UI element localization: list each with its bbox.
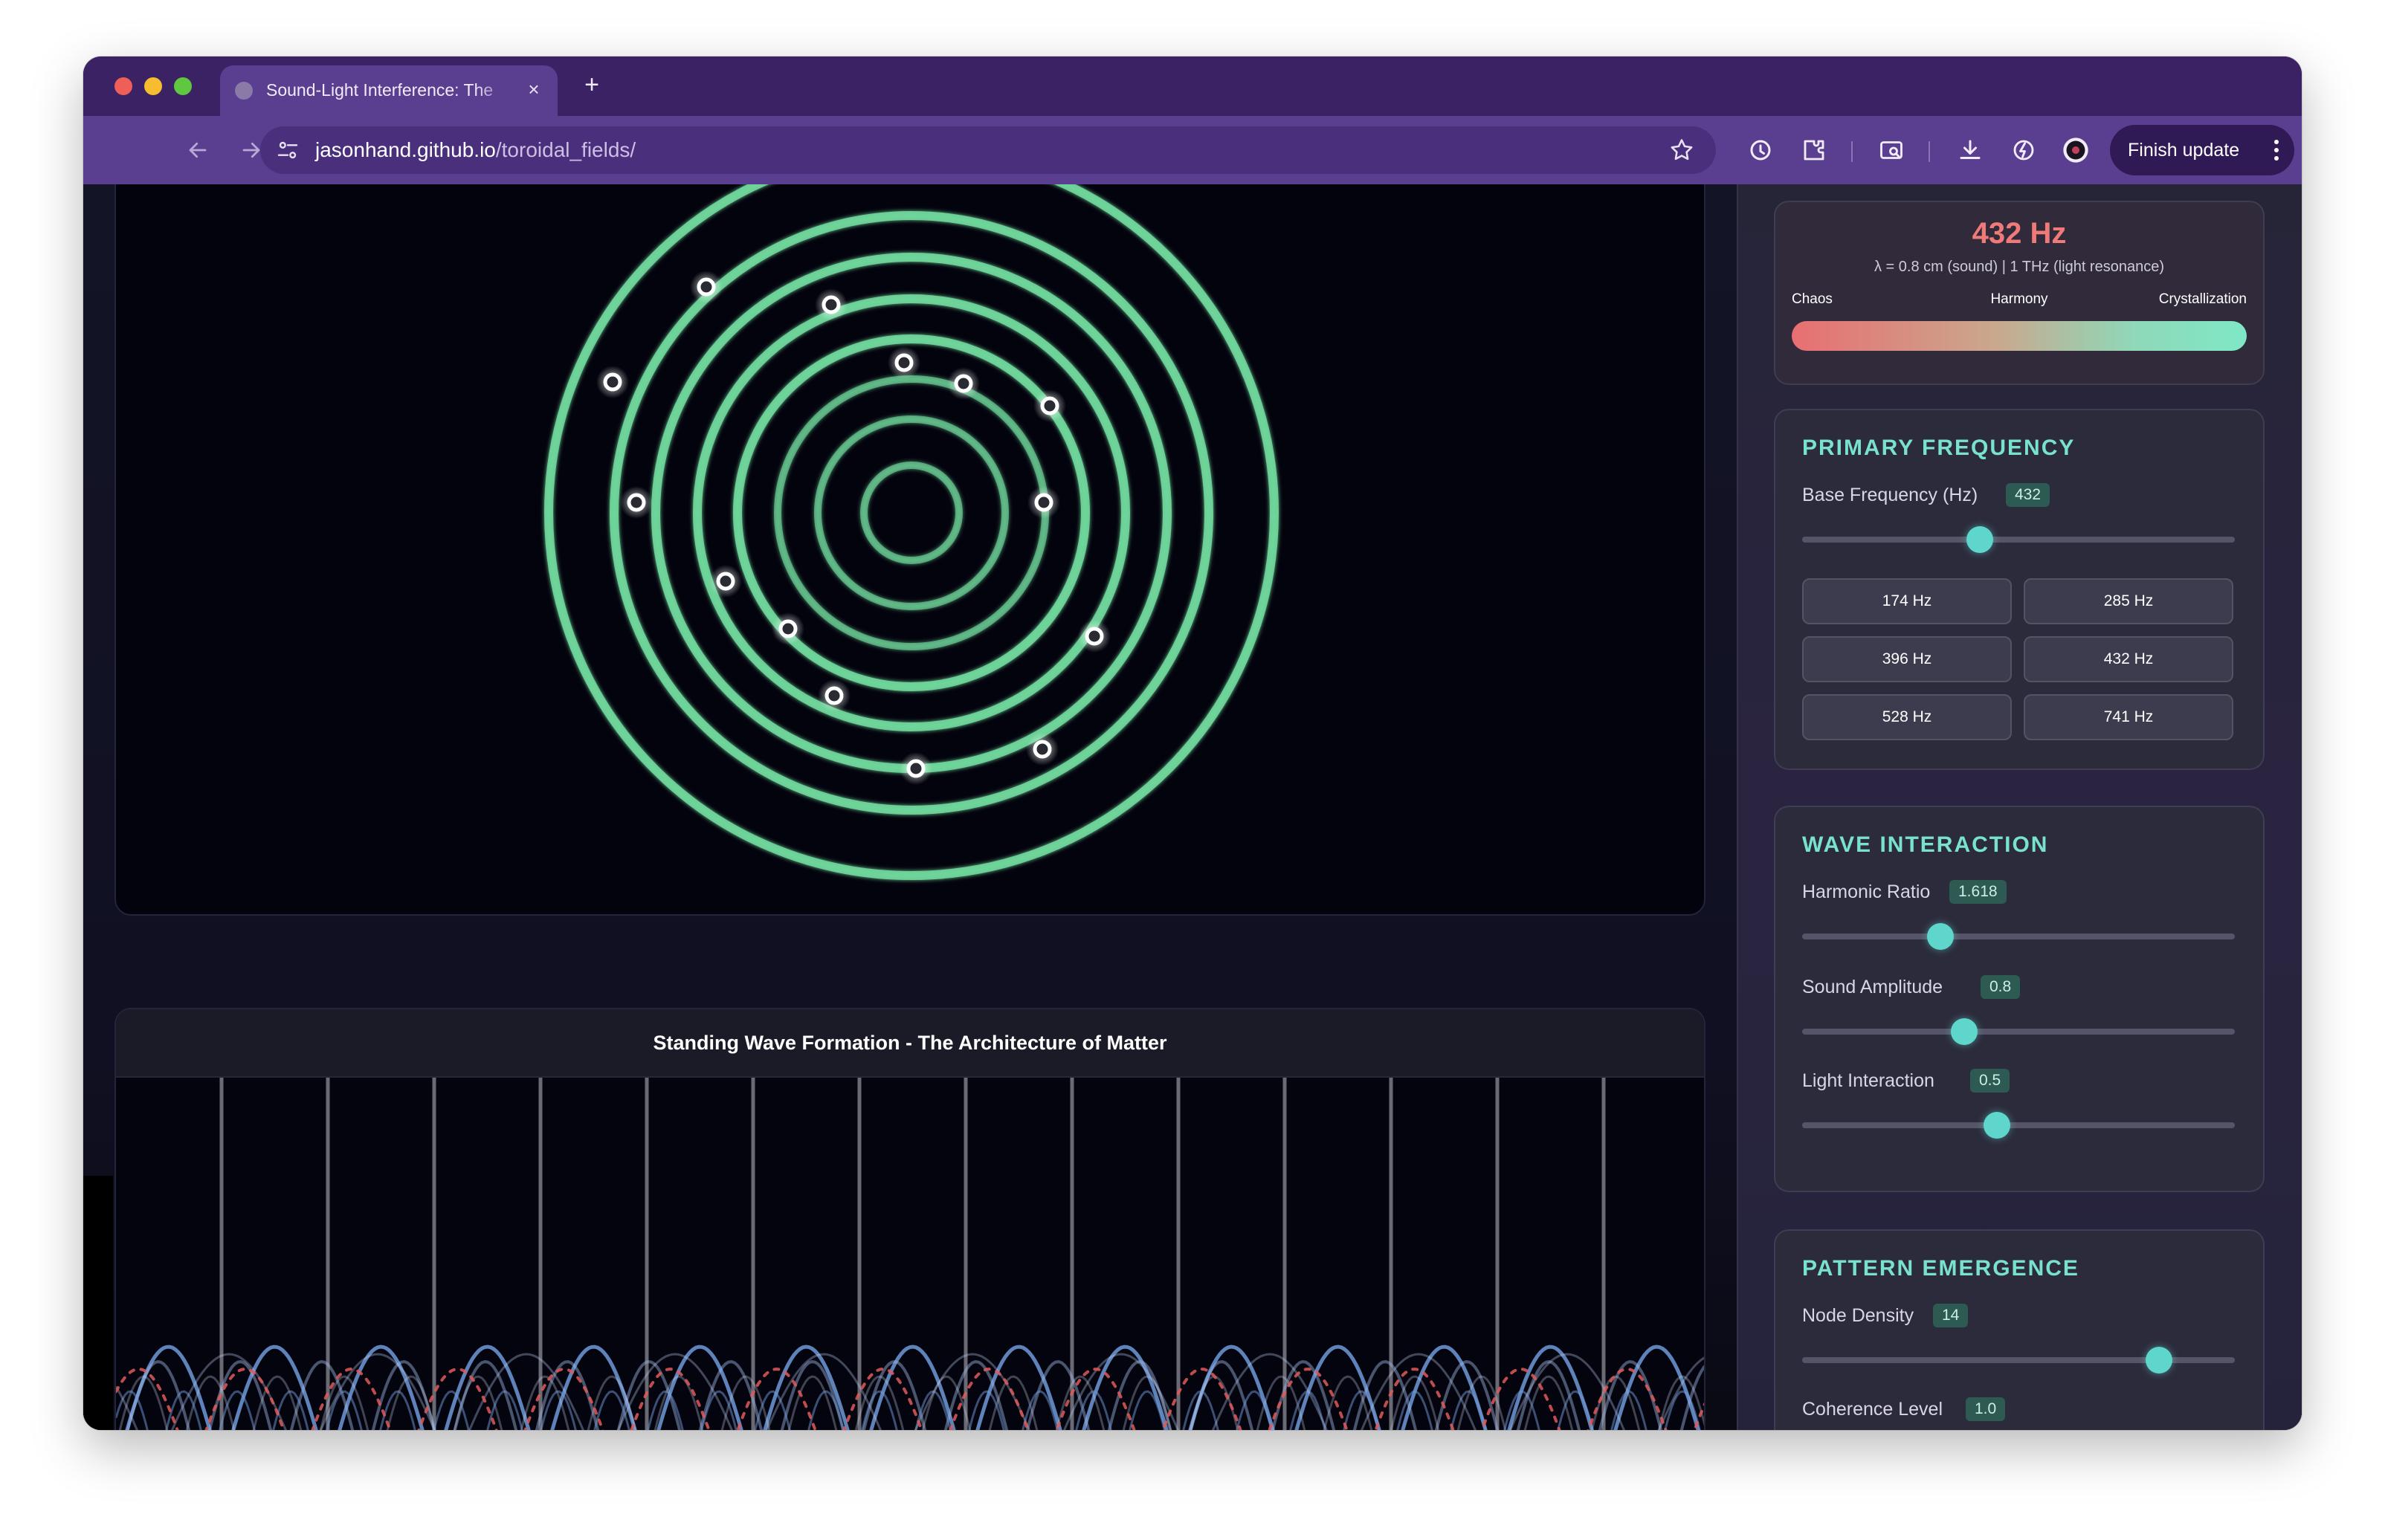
tab-strip: Sound-Light Interference: The × + (83, 56, 2302, 116)
tab-search-icon[interactable] (1875, 134, 1908, 166)
sound-amplitude-label: Sound Amplitude (1802, 977, 1943, 997)
slider-thumb[interactable] (1966, 526, 1993, 553)
more-menu-icon[interactable] (2273, 138, 2279, 162)
extensions-icon[interactable] (1798, 134, 1830, 166)
wavelength-readout: λ = 0.8 cm (sound) | 1 THz (light resona… (1874, 259, 2164, 275)
energy-particle (778, 619, 798, 638)
node-density-label: Node Density (1802, 1305, 1914, 1326)
scale-label-crystallization: Crystallization (2158, 291, 2247, 307)
energy-particle (954, 374, 973, 393)
base-frequency-slider[interactable] (1802, 526, 2235, 553)
slider-thumb[interactable] (2146, 1347, 2173, 1374)
preset-432-button[interactable]: 432 Hz (2024, 636, 2233, 682)
light-interaction-label: Light Interaction (1802, 1070, 1934, 1091)
base-frequency-value: 432 (2006, 483, 2050, 507)
browser-toolbar: jasonhand.github.io/toroidal_fields/ Fin… (83, 116, 2302, 184)
slider-thumb[interactable] (1951, 1018, 1978, 1045)
energy-particle (1033, 740, 1052, 759)
field-ring (610, 211, 1213, 815)
bookmark-star-icon[interactable] (1668, 137, 1695, 164)
preset-741-button[interactable]: 741 Hz (2024, 694, 2233, 740)
toroidal-field-canvas[interactable] (114, 184, 1705, 916)
toolbar-divider (1851, 141, 1853, 162)
slider-thumb[interactable] (1983, 1112, 2010, 1139)
back-icon[interactable] (180, 132, 216, 168)
browser-window: Sound-Light Interference: The × + jasonh… (83, 56, 2302, 1430)
field-ring (651, 253, 1172, 773)
energy-particle (824, 686, 844, 705)
tab-title: Sound-Light Interference: The (266, 80, 494, 100)
download-icon[interactable] (1954, 134, 1987, 166)
energy-particle (716, 572, 735, 591)
current-frequency: 432 Hz (1972, 217, 2067, 250)
address-bar[interactable]: jasonhand.github.io/toroidal_fields/ (260, 126, 1716, 174)
standing-wave-panel: Standing Wave Formation - The Architectu… (114, 1008, 1705, 1430)
frequency-display-card: 432 Hz λ = 0.8 cm (sound) | 1 THz (light… (1774, 201, 2265, 385)
control-sidebar: 432 Hz λ = 0.8 cm (sound) | 1 THz (light… (1737, 184, 2302, 1430)
harmonic-ratio-label: Harmonic Ratio (1802, 881, 1931, 902)
slider-thumb[interactable] (1927, 923, 1955, 950)
password-manager-icon[interactable] (1744, 134, 1777, 166)
url-text: jasonhand.github.io/toroidal_fields/ (315, 138, 636, 162)
performance-icon[interactable] (2007, 134, 2040, 166)
energy-particle (894, 353, 914, 372)
energy-particle (1085, 627, 1104, 646)
coherence-level-value: 1.0 (1966, 1397, 2006, 1421)
preset-285-button[interactable]: 285 Hz (2024, 578, 2233, 624)
url-domain: jasonhand.github.io (315, 138, 496, 161)
finish-update-label: Finish update (2128, 139, 2240, 161)
energy-particle (603, 372, 622, 392)
site-settings-icon[interactable] (275, 138, 300, 162)
field-ring (814, 415, 1009, 610)
energy-particle (906, 759, 926, 778)
page-edge (83, 1176, 113, 1430)
ring-interference-visual (544, 184, 1279, 880)
new-tab-button[interactable]: + (577, 70, 607, 100)
maximize-window-button[interactable] (174, 77, 192, 95)
toolbar-divider (1929, 141, 1930, 162)
tab-close-icon[interactable]: × (522, 77, 546, 101)
harmonic-ratio-slider[interactable] (1802, 923, 2235, 950)
energy-particle (697, 277, 716, 297)
light-interaction-value: 0.5 (1970, 1069, 2010, 1093)
field-ring (860, 462, 963, 564)
node-density-value: 14 (1933, 1304, 1969, 1327)
standing-wave-canvas[interactable] (116, 1078, 1704, 1430)
sound-amplitude-slider[interactable] (1802, 1018, 2235, 1045)
light-interaction-slider[interactable] (1802, 1112, 2235, 1139)
wave-interaction-title: WAVE INTERACTION (1802, 832, 2049, 857)
energy-particle (822, 295, 841, 314)
primary-frequency-title: PRIMARY FREQUENCY (1802, 436, 2076, 460)
minimize-window-button[interactable] (144, 77, 162, 95)
energy-particle (1040, 396, 1059, 415)
sound-amplitude-value: 0.8 (1981, 975, 2021, 999)
finish-update-button[interactable]: Finish update (2110, 125, 2294, 175)
energy-particle (627, 493, 646, 512)
primary-frequency-card: PRIMARY FREQUENCY Base Frequency (Hz) 43… (1774, 409, 2265, 770)
profile-avatar-icon[interactable] (2059, 134, 2092, 166)
preset-528-button[interactable]: 528 Hz (1802, 694, 2012, 740)
standing-wave-visual (116, 1078, 1704, 1430)
wave-interaction-card: WAVE INTERACTION Harmonic Ratio 1.618 So… (1774, 806, 2265, 1192)
preset-396-button[interactable]: 396 Hz (1802, 636, 2012, 682)
tab-active[interactable]: Sound-Light Interference: The × (220, 65, 558, 116)
pattern-emergence-card: PATTERN EMERGENCE Node Density 14 Cohere… (1774, 1229, 2265, 1430)
coherence-level-label: Coherence Level (1802, 1399, 1943, 1420)
close-window-button[interactable] (114, 77, 132, 95)
preset-174-button[interactable]: 174 Hz (1802, 578, 2012, 624)
standing-wave-title: Standing Wave Formation - The Architectu… (116, 1009, 1704, 1078)
node-density-slider[interactable] (1802, 1347, 2235, 1374)
globe-icon (235, 82, 253, 100)
harmonic-ratio-value: 1.618 (1949, 880, 2007, 904)
page-content: Standing Wave Formation - The Architectu… (83, 184, 2302, 1430)
base-frequency-label: Base Frequency (Hz) (1802, 485, 1978, 505)
url-path: /toroidal_fields/ (495, 138, 636, 161)
pattern-emergence-title: PATTERN EMERGENCE (1802, 1256, 2079, 1281)
harmony-gradient-bar (1792, 321, 2247, 351)
energy-particle (1034, 493, 1053, 512)
